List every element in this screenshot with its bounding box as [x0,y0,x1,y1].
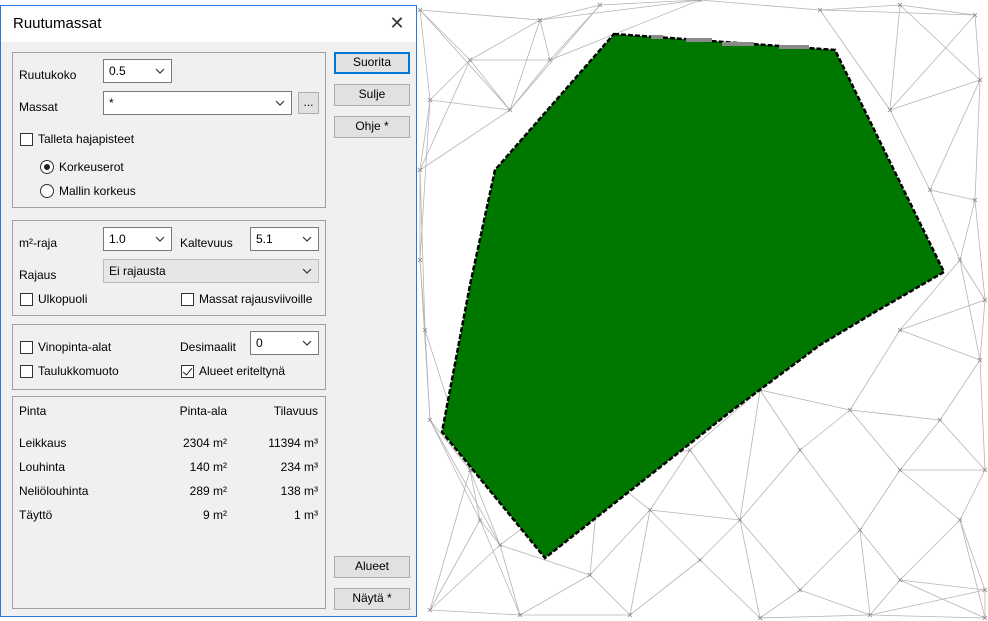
table-row-volume: 234 m³ [280,460,318,474]
results-group [12,396,326,609]
suorita-button[interactable]: Suorita [334,52,410,74]
table-row-area: 140 m² [189,460,227,474]
table-row-name: Louhinta [19,460,66,474]
desimaalit-label: Desimaalit [180,340,237,354]
vinopinta-alat-checkbox[interactable] [20,341,33,354]
close-icon[interactable]: ✕ [386,12,408,34]
rajaus-select[interactable]: Ei rajausta [103,259,319,283]
alueet-eriteltyna-label: Alueet eriteltynä [199,364,286,378]
ruutukoko-value: 0.5 [109,64,126,78]
ohje-button[interactable]: Ohje * [334,116,410,138]
kaltevuus-label: Kaltevuus [180,236,233,250]
massat-rajausviivoille-checkbox[interactable] [181,293,194,306]
talleta-hajapisteet-label: Talleta hajapisteet [38,132,135,146]
massat-rajausviivoille-label: Massat rajausviivoille [199,292,313,306]
mallin-korkeus-radio[interactable] [40,184,54,198]
kaltevuus-value: 5.1 [256,232,273,246]
table-row-area: 289 m² [189,484,227,498]
massat-value: * [109,96,114,110]
m2-raja-value: 1.0 [109,232,126,246]
table-row-area: 2304 m² [182,436,227,450]
results-header-pinta: Pinta [19,404,47,418]
korkeuserot-label: Korkeuserot [59,160,124,174]
ulkopuoli-checkbox[interactable] [20,293,33,306]
results-header-tilavuus: Tilavuus [273,404,318,418]
table-row-volume: 138 m³ [280,484,318,498]
dialog-title: Ruutumassat [13,15,102,32]
rajaus-value: Ei rajausta [109,264,166,278]
kaltevuus-select[interactable]: 5.1 [250,227,319,251]
ruutukoko-select[interactable]: 0.5 [103,59,172,83]
table-row-name: Täyttö [19,508,53,522]
title-bar: Ruutumassat ✕ [1,6,416,42]
ulkopuoli-label: Ulkopuoli [38,292,88,306]
alueet-eriteltyna-checkbox[interactable] [181,365,194,378]
chevron-down-icon [302,236,312,242]
ruutukoko-label: Ruutukoko [19,68,77,82]
chevron-down-icon [155,68,165,74]
results-header-pinta-ala: Pinta-ala [179,404,227,418]
desimaalit-select[interactable]: 0 [250,331,319,355]
sulje-button[interactable]: Sulje [334,84,410,106]
mass-area-polygon[interactable] [440,32,946,560]
table-row-name: Neliölouhinta [19,484,89,498]
m2-raja-label: m²-raja [19,236,57,250]
chevron-down-icon [275,100,285,106]
massat-label: Massat [19,100,58,114]
table-row-name: Leikkaus [19,436,67,450]
rajaus-label: Rajaus [19,268,57,282]
taulukkomuoto-checkbox[interactable] [20,365,33,378]
table-row-area: 9 m² [203,508,227,522]
table-row-volume: 11394 m³ [268,436,318,450]
korkeuserot-radio[interactable] [40,160,54,174]
ruutumassat-dialog: Ruutumassat ✕ Ruutukoko 0.5 Massat * ...… [0,5,417,617]
chevron-down-icon [302,268,312,274]
m2-raja-select[interactable]: 1.0 [103,227,172,251]
chevron-down-icon [155,236,165,242]
nayta-button[interactable]: Näytä * [334,588,410,610]
table-row-volume: 1 m³ [294,508,318,522]
talleta-hajapisteet-checkbox[interactable] [20,133,33,146]
desimaalit-value: 0 [256,336,263,350]
massat-select[interactable]: * [103,91,292,115]
alueet-button[interactable]: Alueet [334,556,410,578]
vinopinta-alat-label: Vinopinta-alat [38,340,112,354]
mallin-korkeus-label: Mallin korkeus [59,184,136,198]
chevron-down-icon [302,340,312,346]
massat-browse-button[interactable]: ... [298,92,319,114]
taulukkomuoto-label: Taulukkomuoto [38,364,119,378]
